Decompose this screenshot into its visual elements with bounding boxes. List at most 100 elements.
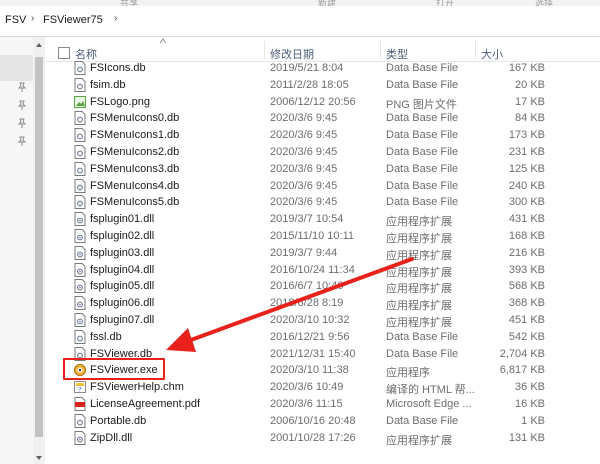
- file-size: 84 KB: [515, 112, 545, 125]
- file-size: 173 KB: [508, 129, 545, 142]
- file-date: 2020/3/6 9:45: [270, 146, 338, 158]
- file-size: 300 KB: [508, 196, 545, 209]
- pdf-file-icon: [74, 397, 86, 411]
- dll-file-icon: [74, 245, 86, 260]
- file-row[interactable]: LicenseAgreement.pdf 2020/3/6 11:15 Micros…: [45, 396, 600, 413]
- highlight-box: [63, 358, 165, 380]
- file-size: 2,704 KB: [499, 347, 545, 360]
- scroll-up-arrow-icon[interactable]: [35, 41, 43, 49]
- file-row[interactable]: fsplugin07.dll 2020/3/10 10:32 应用程序扩展 451 K…: [45, 312, 600, 329]
- png-image-icon: [74, 95, 86, 108]
- dll-file-icon: [74, 430, 86, 445]
- file-row[interactable]: FSIcons.db 2019/5/21 8:04 Data Base File 16…: [45, 60, 600, 77]
- file-date: 2019/3/7 10:54: [270, 213, 344, 226]
- file-size: 431 KB: [508, 213, 545, 226]
- file-type: 应用程序扩展: [386, 434, 452, 447]
- breadcrumb-fsviewer75[interactable]: FSViewer75: [43, 14, 103, 26]
- column-divider[interactable]: [475, 41, 476, 59]
- nav-selected-item[interactable]: [0, 55, 33, 81]
- scrollbar-thumb[interactable]: [35, 57, 43, 437]
- db-file-icon: [74, 195, 86, 210]
- column-divider[interactable]: [264, 41, 265, 59]
- file-date: 2020/3/10 10:32: [270, 314, 350, 326]
- select-all-checkbox[interactable]: [58, 47, 70, 59]
- file-name: fsplugin04.dll: [90, 263, 155, 276]
- file-type: Data Base File: [386, 112, 459, 125]
- file-name: FSMenuIcons2.db: [90, 146, 180, 158]
- file-row[interactable]: FSMenuIcons2.db 2020/3/6 9:45 Data Base Fi…: [45, 144, 600, 161]
- file-date: 2019/3/7 9:44: [270, 246, 338, 259]
- file-size: 17 KB: [515, 95, 545, 108]
- file-row[interactable]: fsplugin03.dll 2019/3/7 9:44 应用程序扩展 216 KB: [45, 245, 600, 262]
- file-row[interactable]: fsim.db 2011/2/28 18:05 Data Base File 20 K…: [45, 77, 600, 94]
- file-row[interactable]: ZipDll.dll 2001/10/28 17:26 应用程序扩展 131 KB: [45, 430, 600, 447]
- file-row[interactable]: fsplugin04.dll 2016/10/24 11:34 应用程序扩展 393 …: [45, 262, 600, 279]
- file-date: 2016/6/7 10:46: [270, 280, 344, 293]
- nav-scrollbar[interactable]: [33, 37, 45, 464]
- file-row[interactable]: fssl.db 2016/12/21 9:56 Data Base File 542 …: [45, 329, 600, 346]
- file-name: FSIcons.db: [90, 62, 146, 74]
- file-name: FSLogo.png: [90, 95, 150, 108]
- file-size: 542 KB: [508, 330, 545, 343]
- breadcrumb-separator-icon[interactable]: ›: [114, 13, 117, 24]
- file-size: 168 KB: [508, 230, 545, 242]
- file-name: fsplugin05.dll: [90, 280, 155, 293]
- file-row[interactable]: Portable.db 2006/10/16 20:48 Data Base Fil…: [45, 413, 600, 430]
- db-file-icon: [74, 111, 86, 126]
- file-name: FSMenuIcons3.db: [90, 162, 180, 175]
- db-file-icon: [74, 77, 86, 92]
- file-type: Data Base File: [386, 78, 459, 91]
- db-file-icon: [74, 61, 86, 75]
- file-name: fsplugin02.dll: [90, 230, 155, 242]
- file-row[interactable]: FSMenuIcons4.db 2020/3/6 9:45 Data Base Fi…: [45, 178, 600, 195]
- file-type: 应用程序扩展: [386, 266, 452, 279]
- file-date: 2006/10/16 20:48: [270, 414, 356, 427]
- file-name: FSMenuIcons0.db: [90, 112, 180, 125]
- column-header: 名称 修改日期 类型 大小: [45, 37, 600, 62]
- file-date: 2018/6/28 8:19: [270, 297, 344, 310]
- file-row[interactable]: FSMenuIcons3.db 2020/3/6 9:45 Data Base Fi…: [45, 161, 600, 178]
- file-name: fsplugin06.dll: [90, 297, 155, 310]
- sort-ascending-icon: [159, 38, 167, 44]
- file-row[interactable]: fsplugin01.dll 2019/3/7 10:54 应用程序扩展 431 KB: [45, 211, 600, 228]
- file-row[interactable]: fsplugin05.dll 2016/6/7 10:46 应用程序扩展 568 KB: [45, 278, 600, 295]
- file-date: 2016/12/21 9:56: [270, 330, 350, 343]
- file-size: 36 KB: [515, 381, 545, 394]
- file-name: fsim.db: [90, 78, 126, 91]
- file-size: 393 KB: [508, 263, 545, 276]
- scroll-down-arrow-icon[interactable]: [35, 454, 43, 462]
- file-date: 2020/3/6 10:49: [270, 381, 344, 394]
- file-date: 2020/3/6 9:45: [270, 162, 338, 175]
- file-type: 编译的 HTML 帮...: [386, 384, 475, 397]
- file-date: 2016/10/24 11:34: [270, 263, 355, 276]
- file-row[interactable]: fsplugin02.dll 2015/11/10 10:11 应用程序扩展 168 …: [45, 228, 600, 245]
- file-size: 6,817 KB: [499, 364, 545, 377]
- breadcrumb-fsv[interactable]: FSV: [5, 14, 26, 26]
- column-divider[interactable]: [380, 41, 381, 59]
- file-row[interactable]: fsplugin06.dll 2018/6/28 8:19 应用程序扩展 368 KB: [45, 295, 600, 312]
- file-type: Data Base File: [386, 146, 459, 158]
- file-type: 应用程序扩展: [386, 300, 452, 313]
- file-date: 2020/3/10 11:38: [270, 364, 349, 377]
- dll-file-icon: [74, 313, 86, 327]
- file-type: 应用程序扩展: [386, 233, 452, 245]
- file-type: Data Base File: [386, 330, 459, 343]
- file-type: Microsoft Edge ...: [386, 398, 472, 410]
- file-name: fsplugin07.dll: [90, 314, 155, 326]
- file-row[interactable]: FSLogo.png 2006/12/12 20:56 PNG 图片文件 17 KB: [45, 94, 600, 111]
- file-row[interactable]: FSMenuIcons1.db 2020/3/6 9:45 Data Base Fi…: [45, 127, 600, 144]
- svg-text:?: ?: [78, 387, 81, 394]
- pin-icon: [17, 118, 27, 128]
- file-row[interactable]: FSMenuIcons0.db 2020/3/6 9:45 Data Base Fi…: [45, 110, 600, 127]
- file-date: 2020/3/6 9:45: [270, 112, 338, 125]
- file-type: 应用程序扩展: [386, 249, 452, 262]
- breadcrumb-separator-icon[interactable]: ›: [31, 13, 34, 24]
- file-size: 1 KB: [521, 414, 545, 427]
- file-row[interactable]: FSMenuIcons5.db 2020/3/6 9:45 Data Base Fi…: [45, 194, 600, 211]
- db-file-icon: [74, 329, 86, 344]
- file-size: 131 KB: [508, 431, 545, 444]
- file-name: FSMenuIcons4.db: [90, 179, 180, 192]
- file-date: 2021/12/31 15:40: [270, 347, 356, 360]
- address-bar[interactable]: FSV › FSViewer75 ›: [0, 6, 600, 37]
- file-row[interactable]: ? FSViewerHelp.chm 2020/3/6 10:49 编译的 HTML …: [45, 379, 600, 396]
